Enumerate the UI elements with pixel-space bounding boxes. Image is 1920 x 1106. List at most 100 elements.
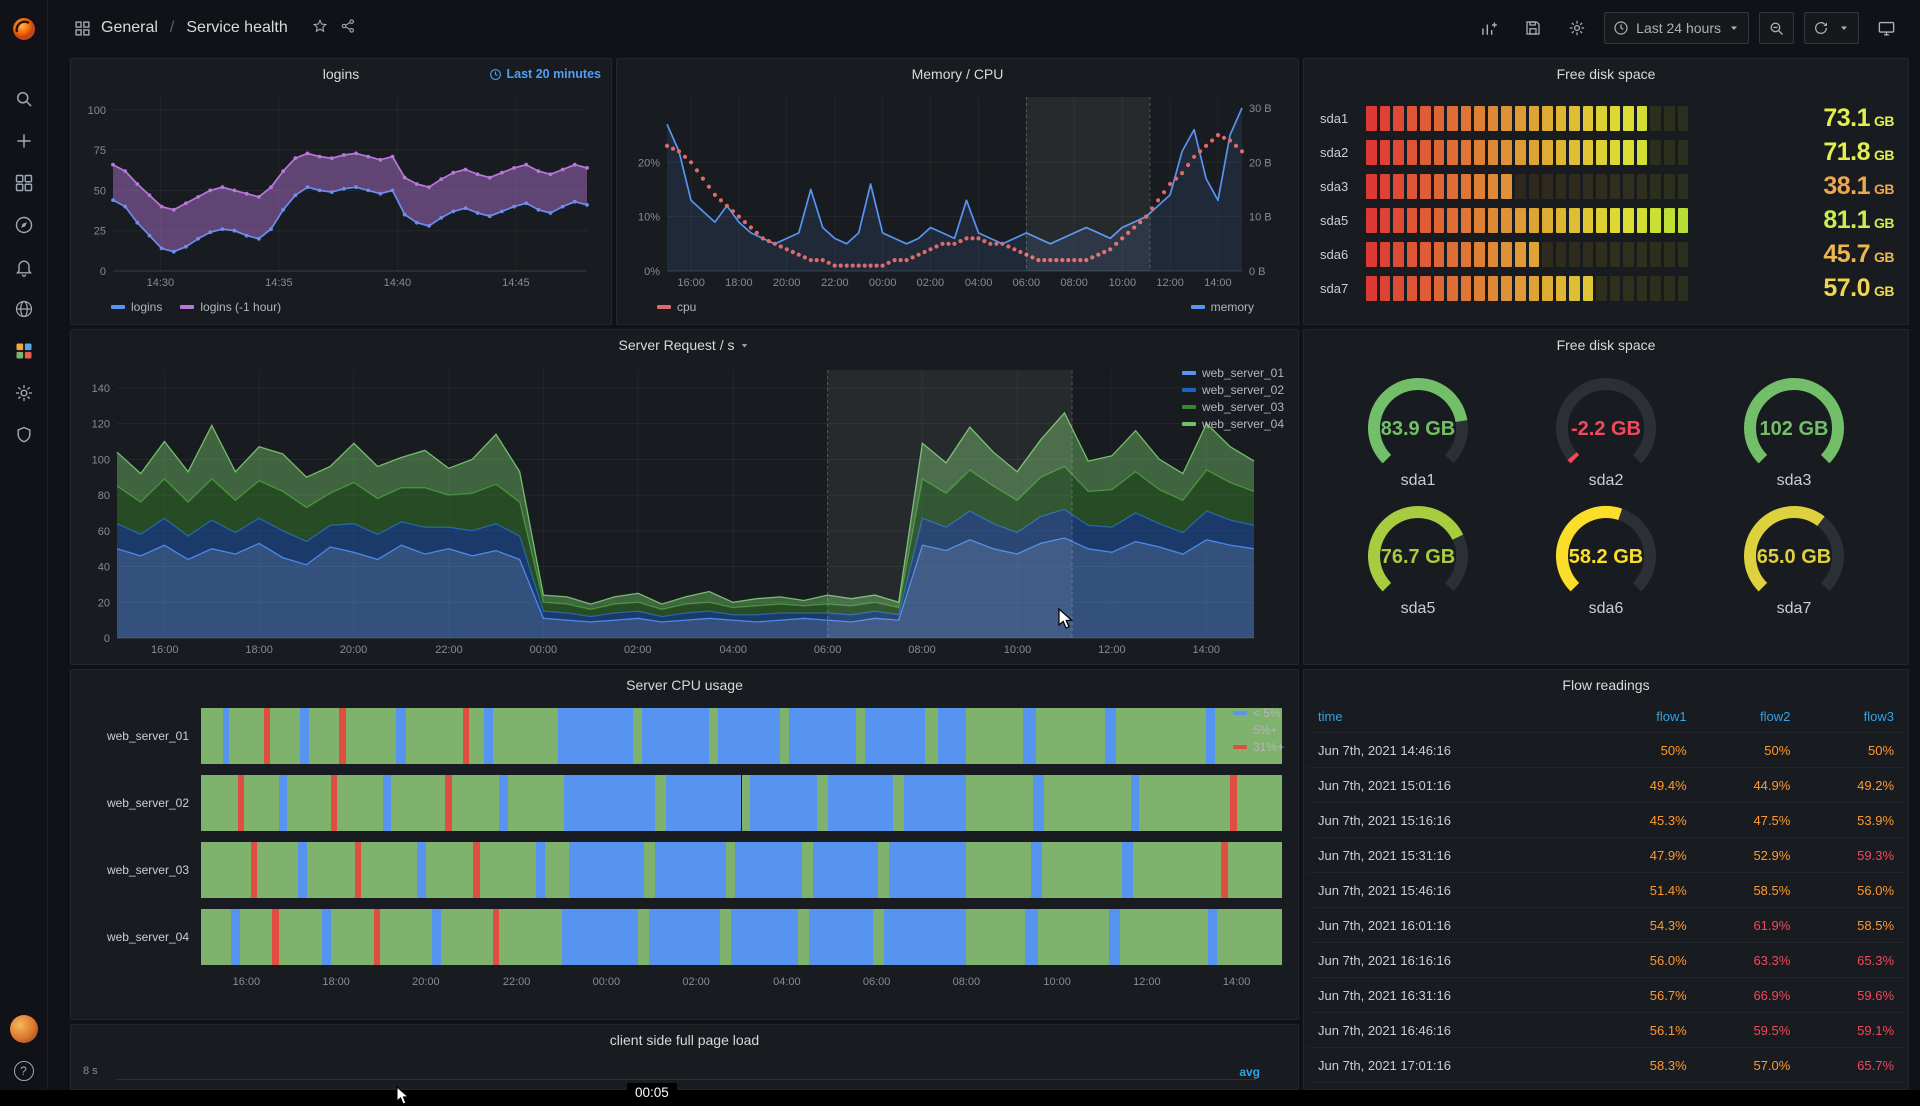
table-cell-value: 49.2% <box>1790 778 1894 793</box>
table-cell-value: 66.9% <box>1687 988 1791 1003</box>
svg-text:12:00: 12:00 <box>1156 277 1184 289</box>
legend-item[interactable]: web_server_03 <box>1182 400 1284 414</box>
breadcrumb-page[interactable]: Service health <box>186 19 287 37</box>
refresh-button[interactable] <box>1804 12 1859 44</box>
grafana-logo[interactable] <box>0 8 48 50</box>
user-avatar[interactable] <box>0 1008 48 1050</box>
table-row: Jun 7th, 2021 15:31:1647.9%52.9%59.3% <box>1308 838 1904 873</box>
add-panel-icon[interactable] <box>1471 12 1506 44</box>
svg-text:04:00: 04:00 <box>965 277 993 289</box>
svg-text:14:00: 14:00 <box>1192 644 1220 656</box>
table-cell-value: 52.9% <box>1687 848 1791 863</box>
svg-text:102 GB: 102 GB <box>1760 418 1829 440</box>
panel-memory-cpu-header[interactable]: Memory / CPU <box>617 59 1298 89</box>
panel-logins-header[interactable]: logins Last 20 minutes <box>71 59 611 89</box>
cycle-view-icon[interactable] <box>1869 12 1904 44</box>
table-cell-value: 53.9% <box>1790 813 1894 828</box>
legend-item[interactable]: memory <box>1191 300 1254 314</box>
table-row: Jun 7th, 2021 16:46:1656.1%59.5%59.1% <box>1308 1013 1904 1048</box>
legend-swatch <box>1233 745 1247 749</box>
search-icon[interactable] <box>0 78 48 120</box>
legend-label: memory <box>1211 300 1254 314</box>
alerting-bell-icon[interactable] <box>0 246 48 288</box>
panel-cpu-usage-header[interactable]: Server CPU usage <box>71 670 1298 700</box>
svg-text:25: 25 <box>94 226 106 238</box>
page-load-gridline <box>117 1079 1256 1080</box>
save-icon[interactable] <box>1516 12 1550 44</box>
breadcrumb-separator: / <box>170 19 174 37</box>
legend-item[interactable]: web_server_04 <box>1182 417 1284 431</box>
table-cell-value: 56.7% <box>1583 988 1687 1003</box>
timeline-row: web_server_04 <box>83 909 1282 965</box>
table-header-flow2[interactable]: flow2 <box>1687 709 1791 724</box>
table-cell-value: 56.1% <box>1583 1023 1687 1038</box>
top-navbar: General / Service health Last 24 hours <box>48 0 1920 56</box>
table-header-time[interactable]: time <box>1318 709 1583 724</box>
table-cell-time: Jun 7th, 2021 15:46:16 <box>1318 883 1583 898</box>
timeline-row: web_server_01 <box>83 708 1282 764</box>
legend-item[interactable]: web_server_01 <box>1182 366 1284 380</box>
zoom-out-icon[interactable] <box>1759 12 1794 44</box>
page-load-legend[interactable]: avg <box>1239 1065 1260 1079</box>
breadcrumb-section[interactable]: General <box>101 19 158 37</box>
video-progress-bar[interactable] <box>0 1090 1920 1106</box>
legend-item[interactable]: cpu <box>657 300 696 314</box>
table-header-flow1[interactable]: flow1 <box>1583 709 1687 724</box>
svg-text:12:00: 12:00 <box>1098 644 1126 656</box>
panel-flow-table-header[interactable]: Flow readings <box>1304 670 1908 700</box>
table-cell-time: Jun 7th, 2021 14:46:16 <box>1318 743 1583 758</box>
help-icon[interactable]: ? <box>0 1050 48 1092</box>
dashboard-settings-icon[interactable] <box>1560 12 1594 44</box>
star-icon[interactable] <box>312 18 328 39</box>
legend-label: web_server_03 <box>1202 400 1284 414</box>
table-row: Jun 7th, 2021 16:16:1656.0%63.3%65.3% <box>1308 943 1904 978</box>
legend-item[interactable]: logins <box>111 300 162 314</box>
disk-bar-cells <box>1366 140 1688 165</box>
plus-icon[interactable] <box>0 120 48 162</box>
svg-text:10:00: 10:00 <box>1109 277 1137 289</box>
panel-disk-bars-header[interactable]: Free disk space <box>1304 59 1908 89</box>
legend-item[interactable]: 31%+ <box>1233 740 1284 754</box>
svg-text:16:00: 16:00 <box>677 277 705 289</box>
apps-grid-icon[interactable] <box>74 20 91 37</box>
panel-title: Server Request / s <box>619 337 751 353</box>
svg-text:02:00: 02:00 <box>917 277 945 289</box>
explore-compass-icon[interactable] <box>0 204 48 246</box>
share-icon[interactable] <box>340 18 356 39</box>
svg-text:10:00: 10:00 <box>1004 644 1032 656</box>
time-range-button[interactable]: Last 24 hours <box>1604 12 1749 44</box>
panel-cpu-usage: Server CPU usage web_server_01 web_server… <box>70 669 1299 1020</box>
gauge-sda1: 83.9 GBsda1 <box>1324 372 1512 490</box>
plugin-colored-icon[interactable] <box>0 330 48 372</box>
legend-item[interactable]: logins (-1 hour) <box>180 300 281 314</box>
legend-label: logins (-1 hour) <box>200 300 281 314</box>
svg-text:20:00: 20:00 <box>773 277 801 289</box>
settings-gear-icon[interactable] <box>0 372 48 414</box>
breadcrumb: General / Service health <box>74 18 356 39</box>
svg-text:22:00: 22:00 <box>821 277 849 289</box>
table-cell-value: 59.3% <box>1790 848 1894 863</box>
legend-item[interactable]: web_server_02 <box>1182 383 1284 397</box>
legend-item[interactable]: < 5% <box>1233 706 1284 720</box>
table-row: Jun 7th, 2021 15:16:1645.3%47.5%53.9% <box>1308 803 1904 838</box>
panel-disk-gauges-header[interactable]: Free disk space <box>1304 330 1908 360</box>
legend-item[interactable]: 5%+ <box>1233 723 1284 737</box>
panel-page-load-header[interactable]: client side full page load <box>71 1025 1298 1055</box>
table-header-row: timeflow1flow2flow3 <box>1308 700 1904 733</box>
dashboards-icon[interactable] <box>0 162 48 204</box>
table-header-flow3[interactable]: flow3 <box>1790 709 1894 724</box>
table-cell-time: Jun 7th, 2021 15:01:16 <box>1318 778 1583 793</box>
panel-requests-header[interactable]: Server Request / s <box>71 330 1298 360</box>
table-cell-value: 50% <box>1790 743 1894 758</box>
globe-icon[interactable] <box>0 288 48 330</box>
timeline-row-label: web_server_02 <box>83 775 201 831</box>
timeline-row-label: web_server_01 <box>83 708 201 764</box>
disk-bar-value: 71.8GB <box>1688 138 1894 167</box>
gauge-label: sda1 <box>1401 472 1436 490</box>
mouse-cursor-bottom <box>396 1086 414 1106</box>
refresh-icon <box>1813 20 1829 36</box>
table-cell-value: 56.0% <box>1583 953 1687 968</box>
table-cell-value: 50% <box>1687 743 1791 758</box>
panel-time-override[interactable]: Last 20 minutes <box>489 59 601 89</box>
admin-shield-icon[interactable] <box>0 414 48 456</box>
